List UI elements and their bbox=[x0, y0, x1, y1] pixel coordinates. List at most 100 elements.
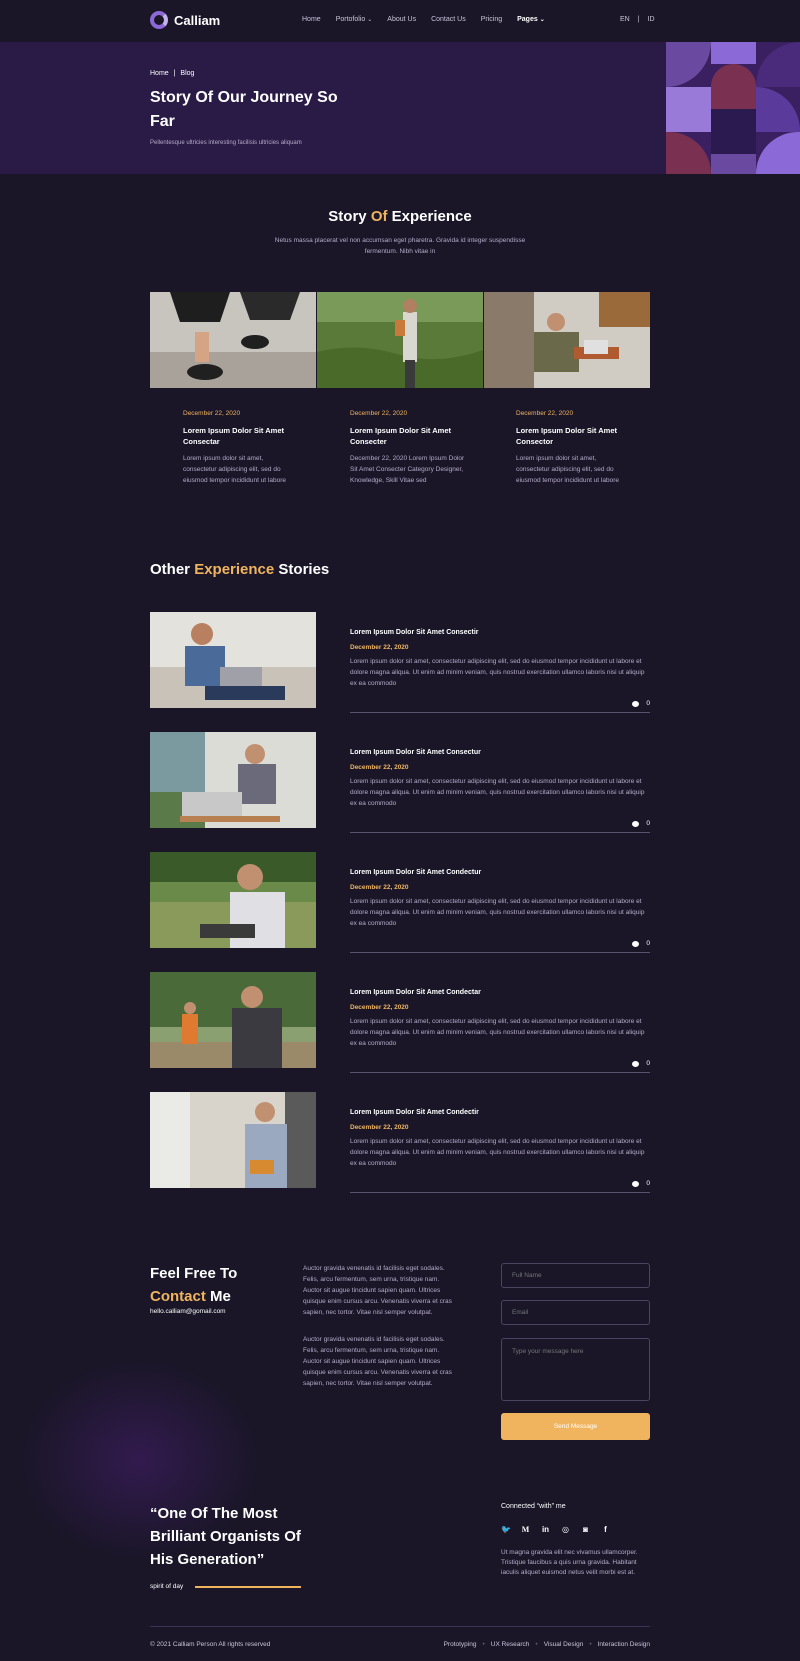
card-image[interactable] bbox=[317, 292, 483, 388]
breadcrumb-blog[interactable]: Blog bbox=[180, 70, 194, 77]
story-body: Lorem Ipsum Dolor Sit Amet Consectur Dec… bbox=[350, 749, 650, 809]
nav-item-about[interactable]: About Us bbox=[387, 16, 416, 23]
footer-divider bbox=[150, 1626, 650, 1627]
comment-count[interactable]: 0 bbox=[632, 820, 650, 827]
card: December 22, 2020 Lorem Ipsum Dolor Sit … bbox=[350, 410, 465, 486]
nav-item-contact[interactable]: Contact Us bbox=[431, 16, 466, 23]
quote-text: “One Of The Most Brilliant Organists Of … bbox=[150, 1505, 301, 1568]
social-heading: Connected “with” me bbox=[501, 1503, 566, 1510]
medium-icon[interactable]: M bbox=[521, 1525, 530, 1534]
twitter-icon[interactable]: 🐦 bbox=[501, 1525, 511, 1534]
brand-logo[interactable]: Calliam bbox=[150, 11, 220, 29]
story-meta: 0 bbox=[350, 1180, 650, 1190]
lang-en[interactable]: EN bbox=[620, 16, 630, 23]
breadcrumb: Home | Blog bbox=[150, 70, 194, 77]
list-item: Lorem Ipsum Dolor Sit Amet Condectar Dec… bbox=[150, 972, 650, 1082]
full-name-field[interactable] bbox=[501, 1263, 650, 1288]
comment-count[interactable]: 0 bbox=[632, 940, 650, 947]
man-phone-photo bbox=[150, 732, 316, 828]
page-subtitle: Pellentesque ultricies interesting facil… bbox=[150, 140, 302, 146]
title-part: Story bbox=[328, 208, 371, 225]
send-message-button[interactable]: Send Message bbox=[501, 1413, 650, 1440]
breadcrumb-separator: | bbox=[173, 70, 176, 77]
card-title[interactable]: Lorem Ipsum Dolor Sit Amet Consecter bbox=[350, 425, 465, 447]
footer-link-ux-research[interactable]: UX Research bbox=[491, 1641, 530, 1648]
man-field-photo bbox=[150, 852, 316, 948]
divider bbox=[350, 1192, 650, 1193]
story-image[interactable] bbox=[150, 972, 316, 1068]
story-image[interactable] bbox=[150, 732, 316, 828]
comment-count[interactable]: 0 bbox=[632, 1180, 650, 1187]
comment-count[interactable]: 0 bbox=[632, 700, 650, 707]
nav-item-home[interactable]: Home bbox=[302, 16, 321, 23]
hero-banner: Home | Blog Story Of Our Journey So Far … bbox=[0, 42, 800, 174]
separator-dot: • bbox=[589, 1641, 592, 1648]
instagram-icon[interactable]: ◙ bbox=[581, 1525, 590, 1534]
card-title[interactable]: Lorem Ipsum Dolor Sit Amet Consectar bbox=[183, 425, 298, 447]
card-text: Lorem ipsum dolor sit amet, consectetur … bbox=[516, 455, 619, 484]
card-date: December 22, 2020 bbox=[183, 410, 241, 417]
logo-icon bbox=[150, 11, 168, 29]
title-part: Experience bbox=[387, 208, 472, 225]
comment-number: 0 bbox=[646, 940, 650, 947]
facebook-icon[interactable]: f bbox=[601, 1525, 610, 1534]
lang-id[interactable]: ID bbox=[648, 16, 655, 23]
runner-photo bbox=[150, 292, 316, 388]
traveler-photo bbox=[317, 292, 483, 388]
story-image[interactable] bbox=[150, 852, 316, 948]
comment-icon bbox=[632, 820, 640, 827]
nav-item-pages[interactable]: Pages ⌄ bbox=[517, 16, 545, 23]
story-title[interactable]: Lorem Ipsum Dolor Sit Amet Consectur bbox=[350, 749, 650, 756]
story-body: Lorem Ipsum Dolor Sit Amet Condectur Dec… bbox=[350, 869, 650, 929]
footer-links: Prototyping • UX Research • Visual Desig… bbox=[444, 1641, 650, 1648]
story-date: December 22, 2020 bbox=[350, 644, 409, 651]
dribbble-icon[interactable]: ◎ bbox=[561, 1525, 570, 1534]
social-links: 🐦 M in ◎ ◙ f bbox=[501, 1525, 610, 1534]
message-field[interactable] bbox=[501, 1338, 650, 1401]
contact-heading-part: Me bbox=[205, 1288, 231, 1305]
footer-link-prototyping[interactable]: Prototyping bbox=[444, 1641, 477, 1648]
divider bbox=[350, 712, 650, 713]
email-field[interactable] bbox=[501, 1300, 650, 1325]
story-image[interactable] bbox=[150, 612, 316, 708]
comment-icon bbox=[632, 940, 640, 947]
separator-dot: • bbox=[535, 1641, 538, 1648]
title-part: Other bbox=[150, 561, 195, 578]
linkedin-icon[interactable]: in bbox=[541, 1525, 550, 1534]
card: December 22, 2020 Lorem Ipsum Dolor Sit … bbox=[183, 410, 298, 486]
card: December 22, 2020 Lorem Ipsum Dolor Sit … bbox=[516, 410, 631, 486]
story-title[interactable]: Lorem Ipsum Dolor Sit Amet Condectir bbox=[350, 1109, 650, 1116]
contact-email[interactable]: hello.calliam@gomail.com bbox=[150, 1308, 226, 1315]
quote-attribution: spirit of day bbox=[150, 1583, 302, 1590]
nav-item-pricing[interactable]: Pricing bbox=[481, 16, 502, 23]
story-meta: 0 bbox=[350, 1060, 650, 1070]
attribution-text: spirit of day bbox=[150, 1583, 184, 1590]
story-title[interactable]: Lorem Ipsum Dolor Sit Amet Condectar bbox=[350, 989, 650, 996]
story-text: Lorem ipsum dolor sit amet, consectetur … bbox=[350, 1018, 645, 1047]
card-title[interactable]: Lorem Ipsum Dolor Sit Amet Consector bbox=[516, 425, 631, 447]
story-image[interactable] bbox=[150, 1092, 316, 1188]
story-title[interactable]: Lorem Ipsum Dolor Sit Amet Consectir bbox=[350, 629, 650, 636]
story-meta: 0 bbox=[350, 820, 650, 830]
title-part: Stories bbox=[274, 561, 330, 578]
comment-icon bbox=[632, 1060, 640, 1067]
card-image[interactable] bbox=[150, 292, 316, 388]
footer-link-visual-design[interactable]: Visual Design bbox=[544, 1641, 584, 1648]
nav-item-portofolio[interactable]: Portofolio ⌄ bbox=[336, 16, 373, 23]
footer-link-interaction-design[interactable]: Interaction Design bbox=[598, 1641, 650, 1648]
breadcrumb-home[interactable]: Home bbox=[150, 70, 169, 77]
card-date: December 22, 2020 bbox=[516, 410, 574, 417]
section-title: Story Of Experience bbox=[0, 208, 800, 225]
contact-paragraph: Auctor gravida venenatis id facilisis eg… bbox=[303, 1265, 452, 1316]
list-item: Lorem Ipsum Dolor Sit Amet Consectir Dec… bbox=[150, 612, 650, 722]
comment-icon bbox=[632, 700, 640, 707]
contact-heading-line: Contact Me bbox=[150, 1285, 237, 1308]
comment-count[interactable]: 0 bbox=[632, 1060, 650, 1067]
story-text: Lorem ipsum dolor sit amet, consectetur … bbox=[350, 778, 645, 807]
card-image[interactable] bbox=[484, 292, 650, 388]
divider bbox=[350, 1072, 650, 1073]
page-title: Story Of Our Journey So Far bbox=[150, 89, 338, 130]
story-date: December 22, 2020 bbox=[350, 764, 409, 771]
story-title[interactable]: Lorem Ipsum Dolor Sit Amet Condectur bbox=[350, 869, 650, 876]
lang-separator: | bbox=[637, 16, 640, 23]
